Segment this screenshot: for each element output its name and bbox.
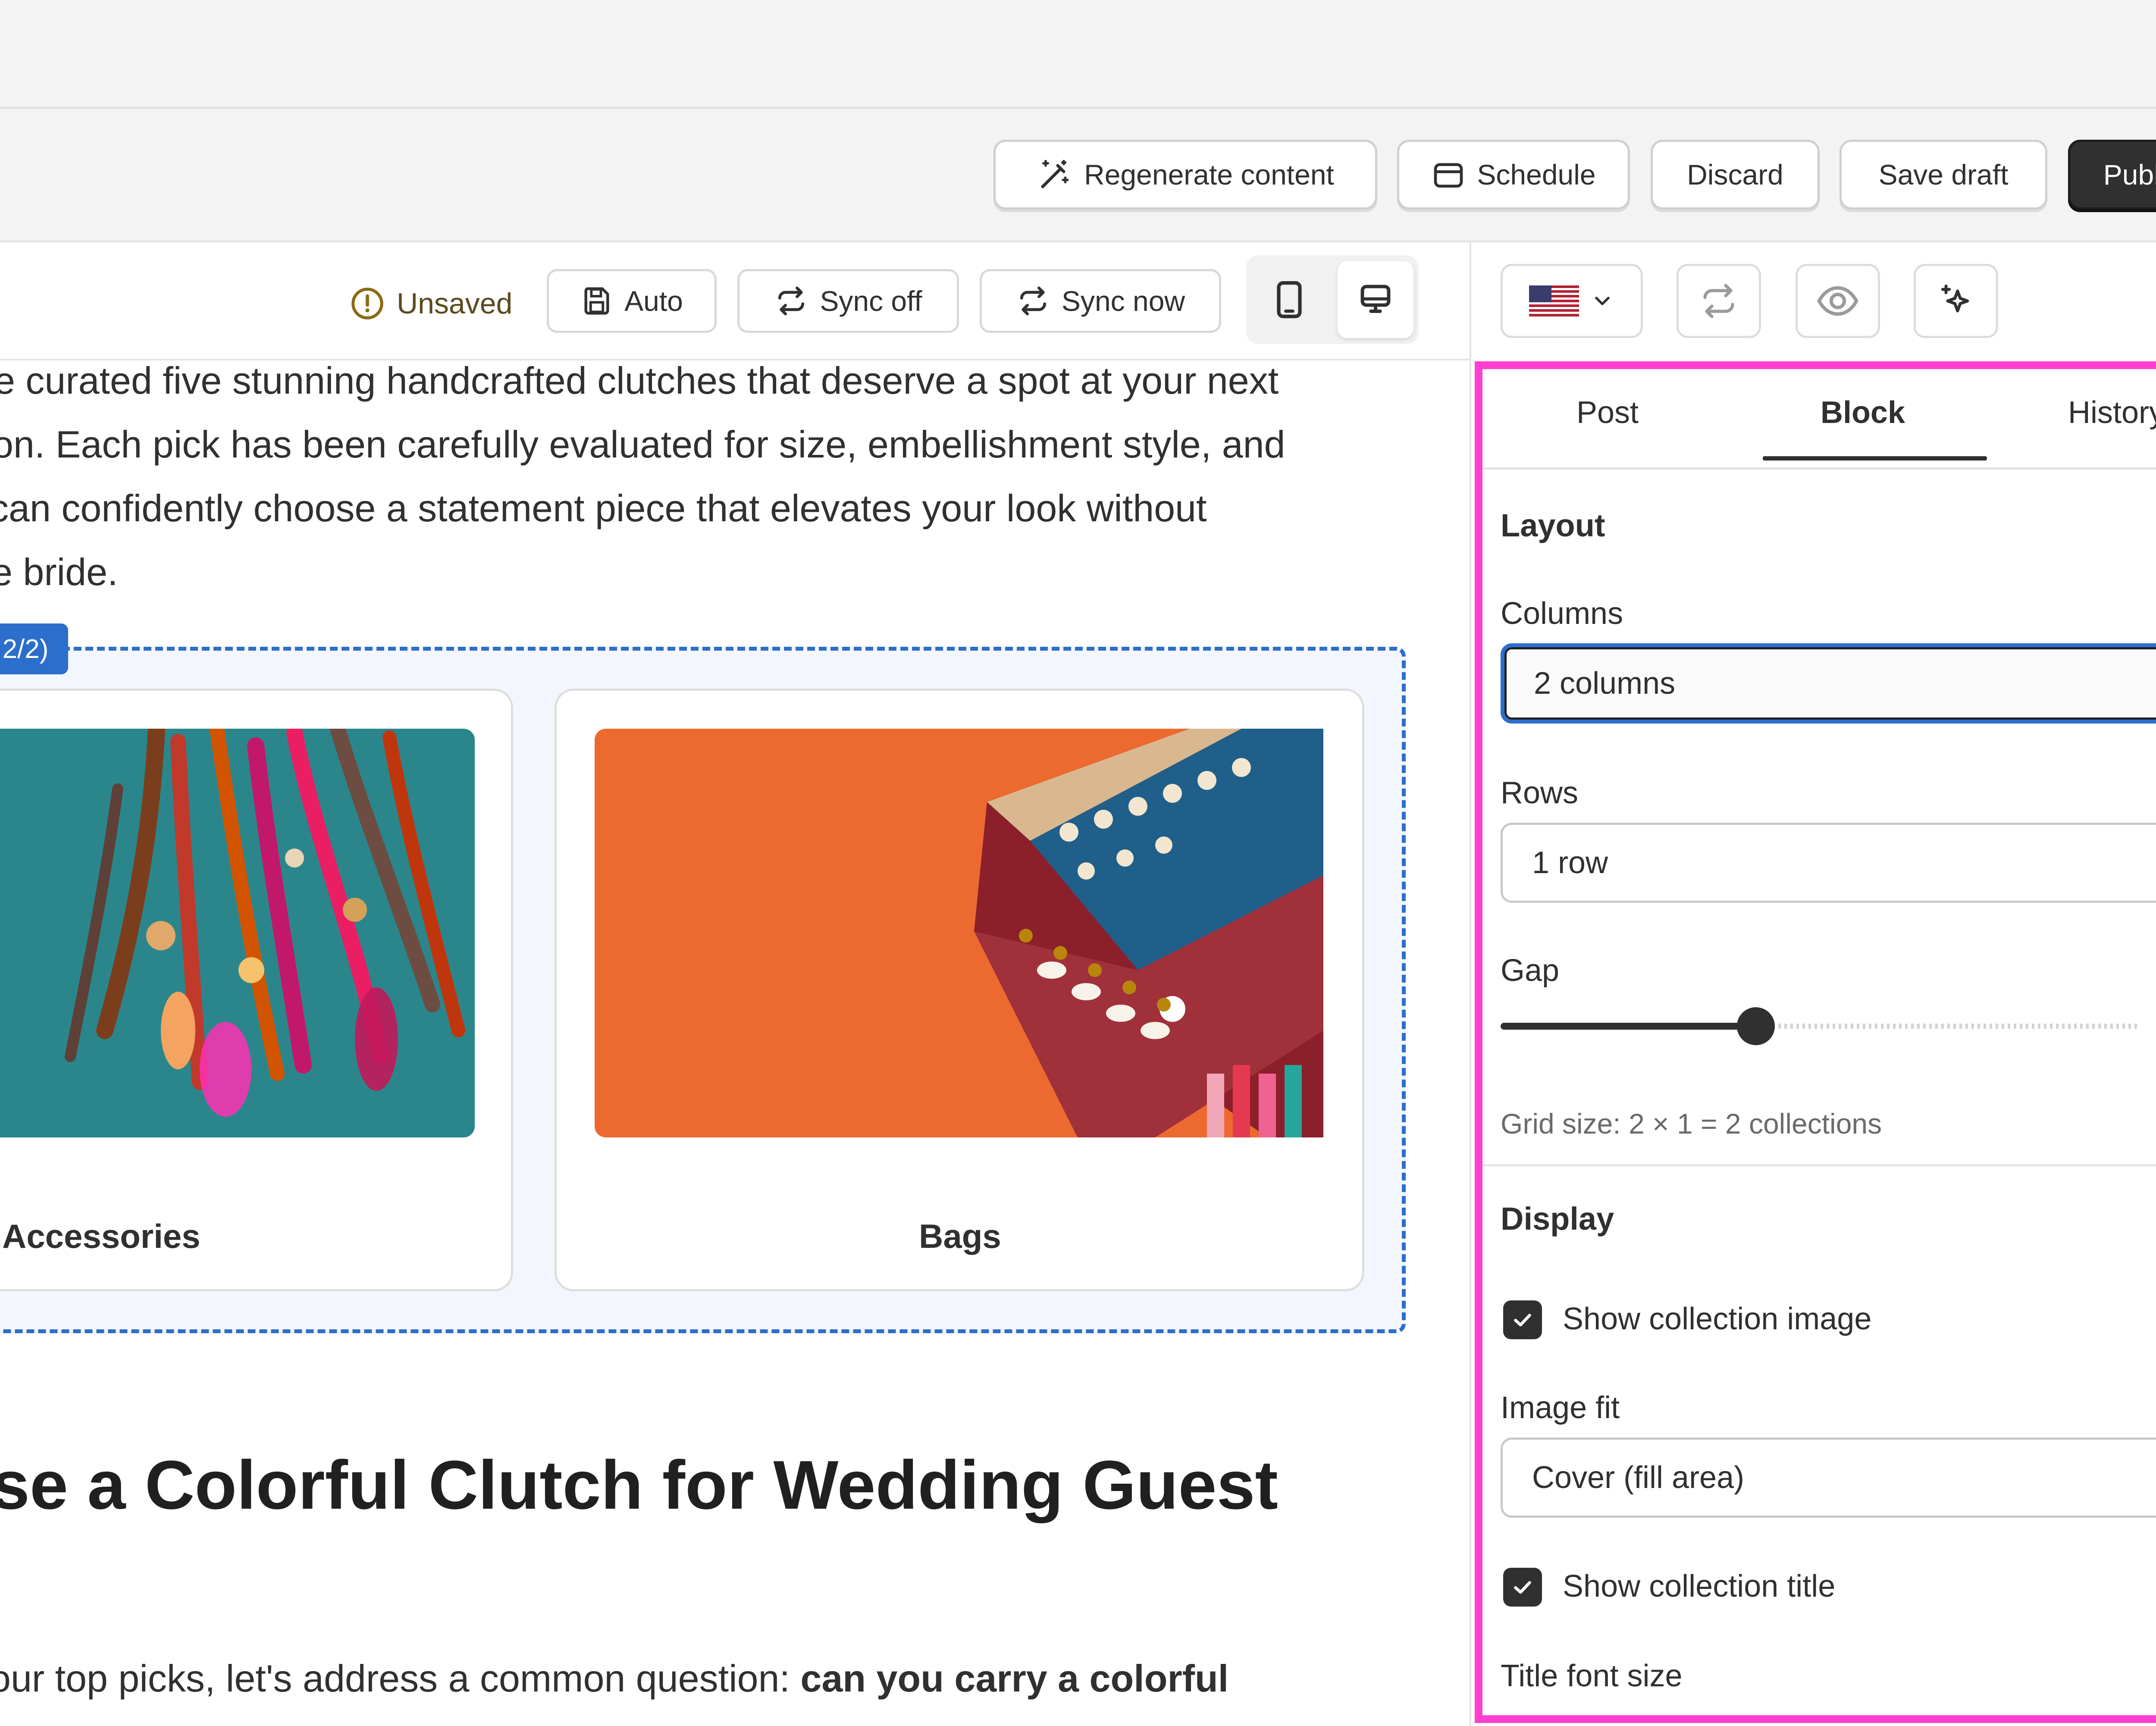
eye-icon [1817, 286, 1858, 316]
checkmark-icon [1514, 1581, 1531, 1594]
sync-now-button[interactable]: Sync now [980, 269, 1221, 333]
show-image-checkbox[interactable] [1503, 1300, 1542, 1339]
device-preview-toggle [1246, 255, 1419, 344]
desktop-icon [1360, 285, 1391, 313]
window-top-bar [0, 0, 2156, 109]
block-position-label: 2/2) [2, 634, 49, 664]
mobile-icon [1277, 281, 1302, 318]
collection-title-accessories: Accessories [2, 1217, 201, 1255]
columns-select[interactable]: 2 columns [1501, 643, 2156, 724]
display-section-title: Display [1501, 1201, 1614, 1237]
mobile-preview-button[interactable] [1251, 261, 1327, 338]
rows-label: Rows [1501, 776, 1579, 810]
sync-icon [778, 286, 805, 316]
save-draft-button[interactable]: Save draft [1839, 140, 2047, 210]
publish-label: Publish [2103, 159, 2156, 191]
tab-history[interactable]: History [2021, 395, 2156, 430]
slider-thumb[interactable] [1737, 1007, 1775, 1045]
auto-label: Auto [624, 285, 683, 317]
gap-slider[interactable] [1501, 1007, 2139, 1045]
tab-history-label: History [2068, 395, 2156, 430]
regenerate-content-label: Regenerate content [1084, 159, 1334, 191]
editor-content: e curated five stunning handcrafted clut… [0, 359, 1470, 1726]
preview-button[interactable] [1796, 264, 1880, 338]
image-fit-select[interactable]: Cover (fill area) [1501, 1438, 2156, 1518]
schedule-label: Schedule [1477, 159, 1596, 191]
floppy-disk-icon [584, 287, 609, 315]
tab-post-label: Post [1576, 395, 1639, 430]
show-title-label: Show collection title [1563, 1569, 1836, 1604]
image-fit-value: Cover (fill area) [1532, 1460, 1745, 1495]
ai-assist-button[interactable] [1914, 264, 1998, 338]
refresh-arrows-icon [1703, 284, 1734, 318]
schedule-button[interactable]: Schedule [1397, 140, 1630, 210]
gap-label: Gap [1501, 953, 1560, 988]
sparkle-icon [1941, 285, 1969, 313]
paragraph-line-1: e curated five stunning handcrafted clut… [0, 359, 1279, 402]
chevron-down-icon [1595, 297, 1610, 305]
last-line-text: our top picks, let's address a common qu… [0, 1657, 801, 1700]
show-image-label: Show collection image [1563, 1302, 1872, 1336]
rows-select[interactable]: 1 row [1501, 823, 2156, 903]
save-draft-label: Save draft [1878, 159, 2009, 191]
calendar-icon [1434, 163, 1463, 188]
embroidered-clutch-image [595, 729, 1323, 1137]
section-divider [1482, 1164, 2156, 1166]
tab-block-label: Block [1820, 395, 1905, 430]
grid-size-text: Grid size: 2 × 1 = 2 collections [1501, 1108, 1882, 1140]
panel-divider [1470, 242, 1471, 1726]
regenerate-content-button[interactable]: Regenerate content [993, 140, 1377, 210]
sync-icon [1020, 286, 1046, 316]
columns-label: Columns [1501, 596, 1623, 631]
collection-title-bags: Bags [919, 1217, 1001, 1255]
active-tab-indicator [1763, 456, 1987, 460]
sync-now-label: Sync now [1061, 285, 1185, 317]
swap-button[interactable] [1677, 264, 1761, 338]
block-position-tag: 2/2) [0, 623, 68, 674]
sync-off-button[interactable]: Sync off [737, 269, 959, 333]
magic-wand-icon [1041, 160, 1069, 188]
paragraph-line-3: can confidently choose a statement piece… [0, 487, 1207, 529]
slider-fill [1501, 1023, 1756, 1030]
tab-post[interactable]: Post [1517, 395, 1698, 430]
sync-off-label: Sync off [820, 285, 922, 317]
section-heading: se a Colorful Clutch for Wedding Guest [0, 1446, 1278, 1523]
publish-button[interactable]: Publish [2068, 140, 2156, 210]
feather-earrings-image [0, 729, 475, 1137]
collection-card-bags[interactable]: Bags [555, 689, 1364, 1291]
checkmark-icon [1514, 1314, 1531, 1327]
save-status-label: Unsaved [397, 287, 513, 320]
locale-selector[interactable] [1501, 264, 1643, 338]
collection-card-accessories[interactable]: Accessories [0, 689, 513, 1291]
desktop-preview-button[interactable] [1338, 261, 1413, 338]
show-title-checkbox[interactable] [1503, 1568, 1542, 1607]
block-settings-panel: Post Block History Layout Columns 2 colu… [1475, 361, 2156, 1723]
save-status: Unsaved [349, 285, 512, 322]
layout-section-title: Layout [1501, 507, 1605, 543]
columns-value: 2 columns [1534, 666, 1676, 701]
tabs-divider [1482, 467, 2156, 470]
editor-toolbar: Unsaved Auto Sync off Sync now [0, 242, 1470, 360]
paragraph-line-4: e bride. [0, 551, 118, 593]
us-flag-icon [1529, 285, 1579, 316]
paragraph-line-2: on. Each pick has been carefully evaluat… [0, 423, 1285, 466]
discard-label: Discard [1687, 159, 1783, 191]
paragraph-last-line: our top picks, let's address a common qu… [0, 1657, 1228, 1701]
tab-block[interactable]: Block [1751, 395, 1975, 430]
last-line-bold: can you carry a colorful [800, 1657, 1229, 1700]
auto-save-button[interactable]: Auto [547, 269, 717, 333]
action-bar: Regenerate content Schedule Discard Save… [0, 109, 2156, 242]
rows-value: 1 row [1532, 846, 1608, 880]
discard-button[interactable]: Discard [1651, 140, 1820, 210]
alert-circle-icon [351, 288, 383, 320]
title-font-size-label: Title font size [1501, 1659, 1683, 1693]
image-fit-label: Image fit [1501, 1391, 1620, 1425]
